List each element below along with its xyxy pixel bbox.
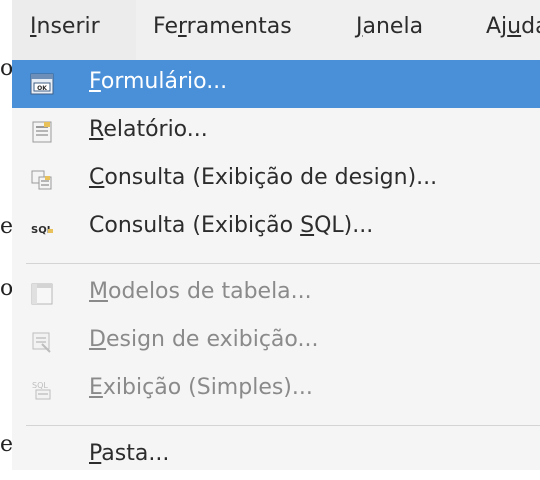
menu-item-consulta-design[interactable]: Consulta (Exibição de design)...	[12, 156, 540, 204]
form-icon: OK	[30, 72, 54, 96]
svg-text:SQL: SQL	[32, 381, 48, 390]
menu-item-label: Formulário...	[89, 69, 228, 94]
menu-item-label: Exibição (Simples)...	[89, 375, 313, 400]
background-text-fragment: o	[0, 276, 12, 301]
background-text-fragment: e	[0, 214, 12, 239]
menu-item-label: Consulta (Exibição de design)...	[89, 165, 438, 190]
menu-separator	[26, 263, 540, 264]
background-text-fragment: o	[0, 56, 12, 81]
menu-inserir[interactable]: Inserir	[30, 14, 100, 39]
insert-menu-dropdown: OK Formulário... Relatório... Consulta (…	[12, 60, 540, 470]
menu-item-formulario[interactable]: OK Formulário...	[12, 60, 540, 108]
menu-bar-items: Inserir Ferramentas Janela Ajuda	[12, 0, 540, 60]
menu-item-relatorio[interactable]: Relatório...	[12, 108, 540, 156]
sql-icon: SQL	[30, 216, 54, 240]
menu-janela[interactable]: Janela	[356, 14, 423, 39]
view-simple-icon: SQL	[30, 378, 54, 402]
menu-item-consulta-sql[interactable]: SQL Consulta (Exibição SQL)...	[12, 204, 540, 252]
menu-item-label: Design de exibição...	[89, 327, 319, 352]
query-design-icon	[30, 168, 54, 192]
menu-item-label: Modelos de tabela...	[89, 279, 312, 304]
table-model-icon	[30, 282, 54, 306]
menu-item-label: Pasta...	[89, 441, 170, 466]
menu-item-exibicao-simples: SQL Exibição (Simples)...	[12, 366, 540, 414]
report-icon	[30, 120, 54, 144]
view-design-icon	[30, 330, 54, 354]
menu-item-label: Relatório...	[89, 117, 208, 142]
menu-ferramentas[interactable]: Ferramentas	[153, 14, 292, 39]
menu-item-modelos-tabela: Modelos de tabela...	[12, 270, 540, 318]
svg-text:OK: OK	[37, 85, 47, 92]
menu-separator	[26, 425, 540, 426]
menu-item-label: Consulta (Exibição SQL)...	[89, 213, 374, 238]
background-text-fragment: e	[0, 432, 12, 457]
menu-item-design-exibicao: Design de exibição...	[12, 318, 540, 366]
menu-item-pasta[interactable]: Pasta...	[12, 432, 540, 480]
menu-ajuda[interactable]: Ajuda	[486, 14, 540, 39]
